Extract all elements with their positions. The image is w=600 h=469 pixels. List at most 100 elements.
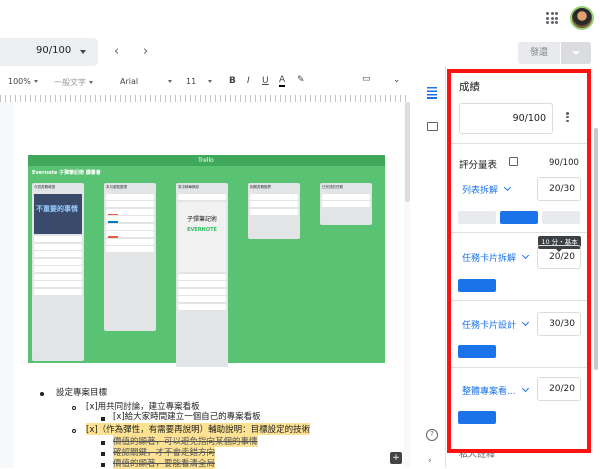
ruler xyxy=(0,95,410,102)
top-bar xyxy=(0,0,600,38)
font-size-select[interactable]: 11 xyxy=(186,77,213,86)
rubric-level-option[interactable] xyxy=(458,211,496,224)
bullet-marker xyxy=(101,463,105,467)
criterion-name: 列表拆解 xyxy=(462,186,499,196)
chevron-down-icon xyxy=(80,50,86,54)
more-options-icon[interactable] xyxy=(566,112,569,123)
private-comments-title: 私人註釋 xyxy=(459,450,496,460)
rubric-level-option[interactable] xyxy=(542,211,580,224)
explore-button[interactable]: + xyxy=(390,452,402,464)
bullet-marker xyxy=(72,429,76,433)
trello-list: 本月重點整理 xyxy=(104,183,156,331)
text-color-button[interactable]: A xyxy=(279,75,286,87)
grade-input-value: 90/100 xyxy=(512,113,546,124)
chevron-down-icon xyxy=(503,183,512,192)
rubric-level-option[interactable] xyxy=(458,279,496,292)
rubric-level-option[interactable] xyxy=(500,211,538,224)
criterion-points-input[interactable]: 20/20 xyxy=(537,245,581,269)
trello-board-header: Evernote 子彈筆記術 讀書會 xyxy=(28,166,385,180)
criterion-toggle[interactable]: 任務卡片拆解 xyxy=(462,251,530,264)
font-select[interactable]: Arial xyxy=(120,77,173,86)
trello-board-image: Trello Evernote 子彈筆記術 讀書會 今週書籍導讀 不重要的事情 … xyxy=(28,155,385,367)
grade-input[interactable]: 90/100 xyxy=(459,103,553,134)
doc-toolbar: 100% 一般文字 Arial 11 B I U A ✎ ▭ ⌄ xyxy=(0,70,410,94)
criterion-points-input[interactable]: 20/30 xyxy=(537,177,581,201)
criterion-points-input[interactable]: 20/20 xyxy=(537,377,581,401)
zoom-value: 100% xyxy=(8,77,31,86)
comment-icon[interactable] xyxy=(427,122,438,131)
criterion-toggle[interactable]: 列表拆解 xyxy=(462,183,512,196)
trello-list-title: 今週書籍導讀 xyxy=(34,185,55,189)
grade-bar: 90/100 ‹ › 發還 xyxy=(0,38,600,66)
rubric-level-option[interactable] xyxy=(458,345,496,358)
trello-list: 書中精華摘錄 子彈筆記術 EVERNOTE xyxy=(176,183,228,367)
next-student-button[interactable]: › xyxy=(143,44,148,59)
criterion-name: 整體專案看... xyxy=(462,387,516,397)
previous-student-button[interactable]: ‹ xyxy=(114,44,119,59)
italic-button[interactable]: I xyxy=(247,76,250,86)
criterion-name: 任務卡片拆解 xyxy=(462,254,517,264)
trello-list: 相關書籍推薦 xyxy=(248,183,300,239)
trello-list: 已完成的任務 xyxy=(320,183,372,225)
grade-dropdown-value: 90/100 xyxy=(36,45,72,56)
chevron-right-icon[interactable]: › xyxy=(428,456,432,466)
chevron-down-icon xyxy=(521,251,530,260)
bullet-item: [x]（作為彈性，有需要再說明）輔助說明：目標設定的技術 xyxy=(86,423,311,435)
criterion-toggle[interactable]: 整體專案看... xyxy=(462,384,529,397)
book-cover-image: 子彈筆記術 EVERNOTE xyxy=(178,201,226,272)
trello-list-title: 書中精華摘錄 xyxy=(178,185,199,189)
divider xyxy=(451,300,587,301)
apps-grid-icon[interactable] xyxy=(546,12,558,24)
rubric-total: 90/100 xyxy=(549,158,579,168)
side-icon-rail: ? › xyxy=(418,66,446,468)
trello-top-bar: Trello xyxy=(28,155,385,166)
panel-scrollbar[interactable] xyxy=(594,128,598,370)
rubric-level-option[interactable] xyxy=(458,411,496,424)
criterion-points-input[interactable]: 30/30 xyxy=(537,312,581,336)
divider xyxy=(451,143,587,144)
return-options-button[interactable] xyxy=(561,42,591,64)
open-rubric-icon[interactable] xyxy=(509,157,518,166)
return-button[interactable]: 發還 xyxy=(518,42,560,64)
chevron-down-icon xyxy=(521,384,529,393)
chevron-down-icon xyxy=(521,318,530,327)
doc-scrollbar[interactable] xyxy=(405,102,410,202)
bullet-marker xyxy=(101,441,105,445)
bullet-marker xyxy=(40,392,44,396)
divider xyxy=(451,232,587,233)
divider xyxy=(451,367,587,368)
slide-image: 不重要的事情 xyxy=(34,194,82,234)
trello-list-title: 本月重點整理 xyxy=(106,185,127,189)
grading-icon[interactable] xyxy=(427,87,437,99)
underline-button[interactable]: U xyxy=(262,76,269,86)
font-value: Arial xyxy=(120,77,139,86)
rubric-title: 評分量表 xyxy=(459,160,498,171)
grade-title: 成績 xyxy=(459,81,480,93)
style-value: 一般文字 xyxy=(54,78,86,87)
criterion-name: 任務卡片設計 xyxy=(462,321,517,331)
book-title: 子彈筆記術 xyxy=(186,215,217,223)
trello-board-title: Evernote 子彈筆記術 讀書會 xyxy=(32,170,101,176)
highlight-pen-icon[interactable]: ✎ xyxy=(297,75,305,85)
trello-logo: Trello xyxy=(198,157,214,164)
bullet-marker xyxy=(72,406,76,410)
bullet-marker xyxy=(101,452,105,456)
image-options-icon[interactable]: ▭ xyxy=(362,74,371,84)
trello-list-title: 已完成的任務 xyxy=(322,185,343,189)
criterion-toggle[interactable]: 任務卡片設計 xyxy=(462,318,530,331)
trello-list: 今週書籍導讀 不重要的事情 xyxy=(32,183,84,361)
bullet-marker xyxy=(101,417,105,421)
bullet-item: 設定專案目標 xyxy=(56,388,108,398)
trello-list-title: 相關書籍推薦 xyxy=(250,185,271,189)
bullet-item: [x]給大家時間建立一個自己的專案看板 xyxy=(113,412,261,422)
avatar[interactable] xyxy=(570,6,594,30)
evernote-cover-text: EVERNOTE xyxy=(187,226,217,233)
bullet-item: 價值的顯著，要能看清全局 xyxy=(113,457,216,469)
grade-dropdown[interactable]: 90/100 xyxy=(0,38,98,66)
style-select[interactable]: 一般文字 xyxy=(54,77,93,88)
bold-button[interactable]: B xyxy=(229,76,236,86)
zoom-select[interactable]: 100% xyxy=(8,77,38,86)
font-size-value: 11 xyxy=(186,77,197,86)
collapse-toolbar-icon[interactable]: ⌄ xyxy=(393,75,401,85)
help-icon[interactable]: ? xyxy=(426,429,438,441)
